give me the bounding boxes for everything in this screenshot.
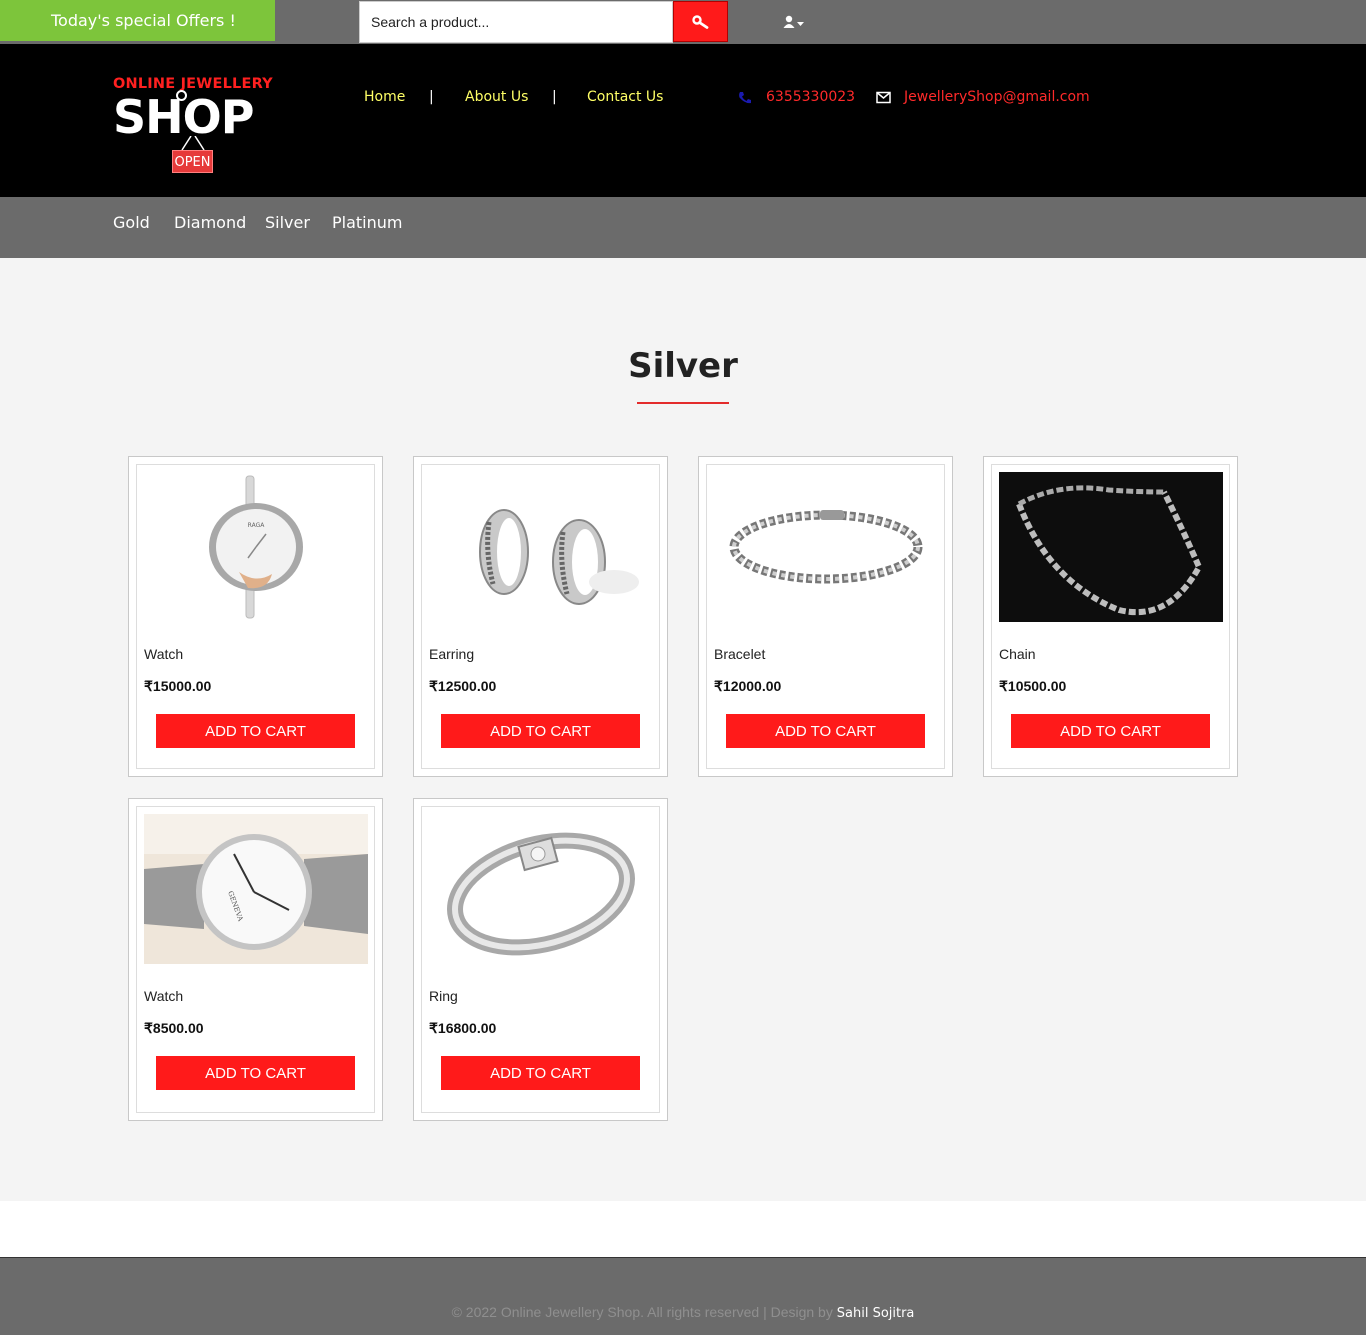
nav-contact-us[interactable]: Contact Us [587, 89, 663, 105]
footer-copyright: © 2022 Online Jewellery Shop. All rights… [0, 1304, 1366, 1321]
add-to-cart-button[interactable]: ADD TO CART [1011, 714, 1210, 748]
category-silver[interactable]: Silver [265, 213, 310, 232]
category-gold[interactable]: Gold [113, 213, 150, 232]
product-name[interactable]: Watch [144, 988, 183, 1004]
logo-sign-hanger-icon [176, 90, 187, 101]
title-underline [637, 402, 729, 404]
product-card: GENEVA Watch ₹8500.00 ADD TO CART [128, 798, 383, 1121]
product-image[interactable] [429, 814, 653, 964]
add-to-cart-button[interactable]: ADD TO CART [156, 1056, 355, 1090]
category-diamond[interactable]: Diamond [174, 213, 246, 232]
chain-necklace-image [999, 472, 1223, 622]
product-image[interactable]: RAGA [144, 472, 368, 622]
copyright-text: © 2022 Online Jewellery Shop. All rights… [451, 1304, 837, 1320]
nav-about-us[interactable]: About Us [465, 89, 528, 105]
category-platinum[interactable]: Platinum [332, 213, 402, 232]
product-name[interactable]: Ring [429, 988, 458, 1004]
product-price: ₹12000.00 [714, 678, 782, 694]
product-image[interactable]: GENEVA [144, 814, 368, 964]
search-input[interactable] [359, 1, 673, 43]
phone-number[interactable]: 6355330023 [766, 89, 855, 105]
nav-separator: | [429, 89, 434, 105]
user-dropdown[interactable] [783, 14, 807, 32]
product-price: ₹8500.00 [144, 1020, 204, 1036]
silver-ring-image [429, 814, 653, 964]
shop-logo[interactable]: ONLINE JEWELLERY SHOP OPEN [113, 76, 273, 176]
product-card: RAGA Watch ₹15000.00 ADD TO CART [128, 456, 383, 777]
special-offers-banner[interactable]: Today's special Offers ! [0, 0, 275, 41]
product-card: Ring ₹16800.00 ADD TO CART [413, 798, 668, 1121]
product-image[interactable] [999, 472, 1223, 622]
site-header: ONLINE JEWELLERY SHOP OPEN Home | About … [0, 44, 1366, 197]
add-to-cart-button[interactable]: ADD TO CART [156, 714, 355, 748]
product-price: ₹16800.00 [429, 1020, 497, 1036]
open-sign: OPEN [172, 150, 213, 173]
svg-text:RAGA: RAGA [248, 522, 266, 529]
product-image[interactable] [714, 472, 938, 622]
top-bar: Today's special Offers ! [0, 0, 1366, 44]
hoop-earrings-image [429, 472, 653, 622]
product-card: Bracelet ₹12000.00 ADD TO CART [698, 456, 953, 777]
phone-icon [739, 92, 751, 104]
chain-bracelet-image [714, 472, 938, 622]
product-price: ₹12500.00 [429, 678, 497, 694]
email-address[interactable]: JewelleryShop@gmail.com [904, 89, 1090, 105]
product-card: Earring ₹12500.00 ADD TO CART [413, 456, 668, 777]
envelope-icon [876, 91, 891, 104]
search-button[interactable] [673, 1, 728, 42]
product-card: Chain ₹10500.00 ADD TO CART [983, 456, 1238, 777]
product-name[interactable]: Chain [999, 646, 1036, 662]
mesh-watch-image: GENEVA [144, 814, 368, 964]
bangle-watch-image: RAGA [144, 472, 368, 622]
designer-link[interactable]: Sahil Sojitra [837, 1306, 915, 1321]
user-dropdown-icon [783, 15, 804, 28]
site-footer: © 2022 Online Jewellery Shop. All rights… [0, 1257, 1366, 1335]
product-image[interactable] [429, 472, 653, 622]
product-price: ₹10500.00 [999, 678, 1067, 694]
nav-home[interactable]: Home [364, 89, 405, 105]
product-name[interactable]: Earring [429, 646, 474, 662]
add-to-cart-button[interactable]: ADD TO CART [441, 714, 640, 748]
product-name[interactable]: Bracelet [714, 646, 765, 662]
product-price: ₹15000.00 [144, 678, 212, 694]
product-section: Silver RAGA Watch ₹15000.00 ADD TO CART [0, 258, 1366, 1201]
content-spacer [0, 1201, 1366, 1257]
add-to-cart-button[interactable]: ADD TO CART [726, 714, 925, 748]
nav-separator: | [552, 89, 557, 105]
search-icon [691, 14, 708, 29]
page-title: Silver [628, 346, 738, 386]
product-name[interactable]: Watch [144, 646, 183, 662]
category-nav: Gold Diamond Silver Platinum [0, 197, 1366, 258]
add-to-cart-button[interactable]: ADD TO CART [441, 1056, 640, 1090]
